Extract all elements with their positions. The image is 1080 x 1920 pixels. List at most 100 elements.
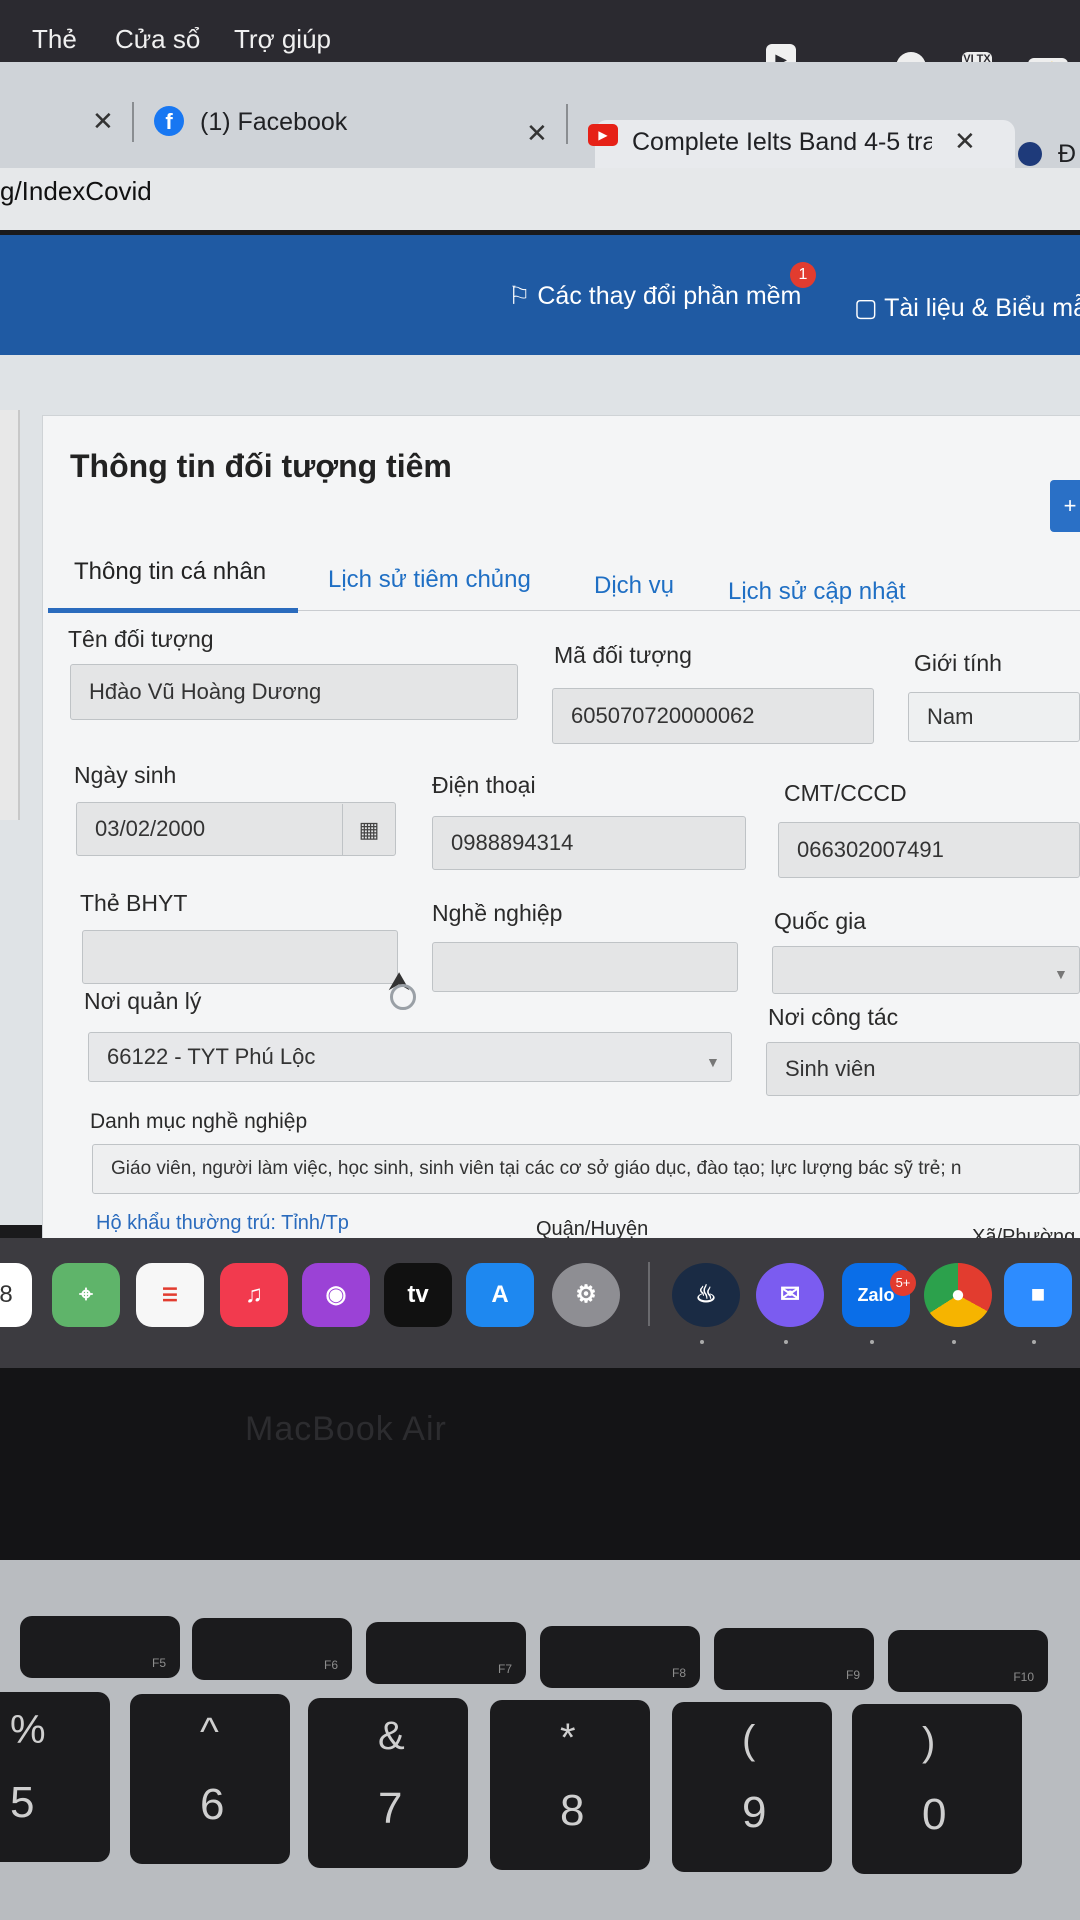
zalo-app-label: Zalo [857,1285,895,1305]
software-changes-label: Các thay đổi phần mềm [537,282,802,310]
key-9[interactable]: (9 [672,1702,832,1872]
tab-personal-info[interactable]: Thông tin cá nhân [74,558,266,586]
label-id-card: CMT/CCCD [784,780,907,806]
maps-app-icon[interactable]: ⌖ [52,1263,120,1327]
key-7[interactable]: & 7 [308,1698,468,1868]
label-workplace: Nơi công tác [768,1004,899,1030]
tab-partial[interactable]: Đ [1058,140,1076,169]
key-6-symbol: ^ [200,1710,219,1754]
documents-link[interactable]: ▢ Tài liệu & Biểu mẫ [854,293,1080,323]
reminders-app-icon[interactable]: ☰ [136,1263,204,1327]
key-f5[interactable]: F5 [20,1616,180,1678]
sidebar-edge [0,410,20,820]
key-f10[interactable]: F10 [888,1630,1048,1692]
label-phone: Điện thoại [432,772,536,798]
health-insurance-field[interactable] [82,930,398,984]
address-bar[interactable]: g/IndexCovid [0,168,1080,230]
occupation-field[interactable] [432,942,738,992]
browser-tab-bar: ✕ f (1) Facebook ✕ ▶ Complete Ielts Band… [0,62,1080,186]
name-field[interactable]: Hđào Vũ Hoàng Dương [70,664,518,720]
tab-services[interactable]: Dịch vụ [594,572,674,600]
key-7-number: 7 [378,1784,403,1833]
app-header: ⚐ Các thay đổi phần mềm ▢ Tài liệu & Biể… [0,235,1080,355]
menu-item-help[interactable]: Trợ giúp [234,24,331,55]
key-6[interactable]: ^ 6 [130,1694,290,1864]
key-9-symbol: ( [742,1718,756,1762]
gender-value: Nam [927,704,974,729]
document-icon: ▢ [854,294,885,322]
add-button[interactable]: + [1050,480,1080,532]
occupation-category-value: Giáo viên, người làm việc, học sinh, sin… [111,1158,962,1179]
running-indicator [870,1340,874,1344]
menu-item-window[interactable]: Cửa sổ [115,24,200,55]
label-residence-province: Hộ khẩu thường trú: Tỉnh/Tp [96,1212,349,1234]
menu-bar: Thẻ Cửa sổ Trợ giúp ▶ ▶ VI TX ⚡ [0,0,1080,82]
steam-app-icon[interactable]: ♨ [672,1263,740,1327]
tv-app-icon[interactable]: tv [384,1263,452,1327]
laptop-brand: MacBook Air [245,1410,447,1448]
id-card-value: 066302007491 [797,837,944,862]
key-7-symbol: & [378,1714,405,1758]
chrome-app-icon[interactable]: ● [924,1263,992,1327]
managing-place-select[interactable]: 66122 - TYT Phú Lộc [88,1032,732,1082]
key-f6-label: F6 [323,1658,338,1672]
key-f7[interactable]: F7 [366,1622,526,1684]
subject-code-field[interactable]: 605070720000062 [552,688,874,744]
screen-bezel [0,1368,1080,1588]
key-6-number: 6 [200,1780,225,1829]
key-f8-label: F8 [671,1666,686,1680]
running-indicator [952,1340,956,1344]
gender-select[interactable]: Nam [908,692,1080,742]
label-occupation: Nghề nghiệp [432,900,563,926]
zoom-app-icon[interactable]: ■ [1004,1263,1072,1327]
name-value: Hđào Vũ Hoàng Dương [89,679,322,704]
messenger-app-icon[interactable]: ✉ [756,1263,824,1327]
key-5-number: 5 [10,1778,35,1827]
key-0-number: 0 [922,1790,947,1839]
site-favicon [1018,142,1042,166]
menu-item-the[interactable]: Thẻ [32,24,77,55]
tab-facebook[interactable]: (1) Facebook [200,108,347,137]
calendar-app-icon[interactable]: 8 [0,1263,32,1327]
country-select[interactable] [772,946,1080,994]
tab-vaccination-history[interactable]: Lịch sử tiêm chủng [328,566,531,594]
calendar-icon[interactable]: ▦ [342,804,395,856]
running-indicator [1032,1340,1036,1344]
label-name: Tên đối tượng [68,626,214,652]
key-f6[interactable]: F6 [192,1618,352,1680]
label-managing-place: Nơi quản lý [84,988,202,1014]
key-f7-label: F7 [497,1662,512,1676]
running-indicator [700,1340,704,1344]
tab-close-icon[interactable]: ✕ [954,126,976,157]
key-0-symbol: ) [922,1720,936,1764]
phone-field[interactable]: 0988894314 [432,816,746,870]
workplace-value: Sinh viên [785,1056,876,1081]
key-f8[interactable]: F8 [540,1626,700,1688]
key-5[interactable]: % 5 [0,1692,110,1862]
key-8[interactable]: * 8 [490,1700,650,1870]
zalo-badge: 5+ [890,1270,916,1296]
tab-close-icon[interactable]: ✕ [526,118,548,149]
subject-code-value: 605070720000062 [571,703,755,728]
id-card-field[interactable]: 066302007491 [778,822,1080,878]
url-text[interactable]: g/IndexCovid [0,176,152,207]
tab-separator [132,102,134,142]
settings-app-icon[interactable]: ⚙ [552,1263,620,1327]
key-8-symbol: * [560,1716,576,1760]
tab-youtube[interactable]: Complete Ielts Band 4-5 trac [632,128,932,157]
tab-close-icon[interactable]: ✕ [92,106,114,137]
occupation-category-select[interactable]: Giáo viên, người làm việc, học sinh, sin… [92,1144,1080,1194]
podcasts-app-icon[interactable]: ◉ [302,1263,370,1327]
key-f10-label: F10 [1013,1670,1034,1684]
app-store-icon[interactable]: A [466,1263,534,1327]
software-changes-link[interactable]: ⚐ Các thay đổi phần mềm [508,281,801,311]
chevron-down-icon: ▼ [706,1054,720,1070]
flag-icon: ⚐ [508,282,538,310]
tab-update-history[interactable]: Lịch sử cập nhật [728,578,906,606]
music-app-icon[interactable]: ♫ [220,1263,288,1327]
key-0[interactable]: ) 0 [852,1704,1022,1874]
key-f9[interactable]: F9 [714,1628,874,1690]
tv-app-label: tv [407,1281,429,1308]
workplace-field[interactable]: Sinh viên [766,1042,1080,1096]
documents-label: Tài liệu & Biểu mẫ [884,294,1080,322]
